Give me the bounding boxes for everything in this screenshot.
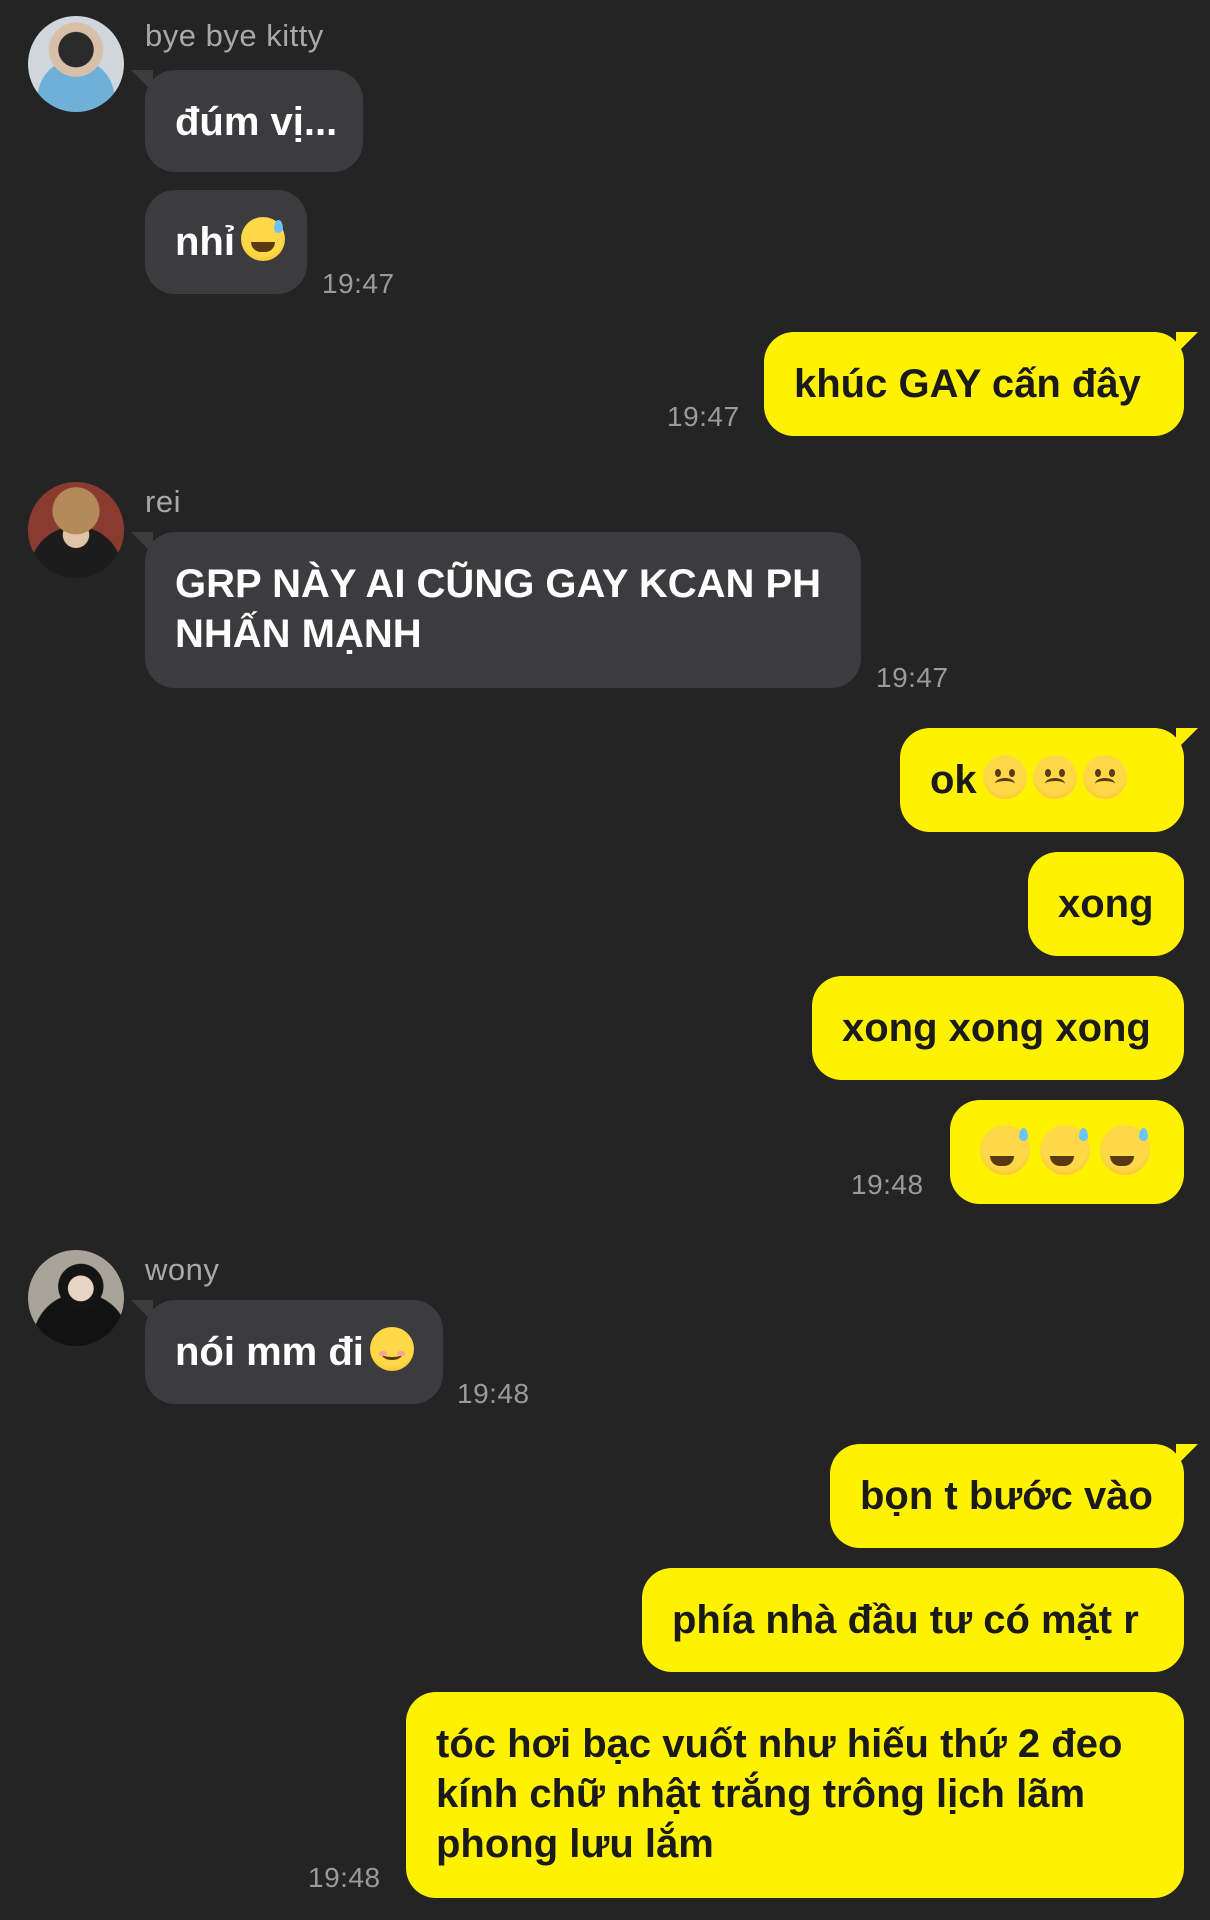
frowning-emoji-icon	[1082, 755, 1127, 799]
message-timestamp: 19:48	[851, 1169, 924, 1200]
message-text: phía nhà đầu tư có mặt r	[672, 1598, 1139, 1642]
frowning-emoji-icon	[982, 755, 1027, 799]
sender-name: bye bye kitty	[145, 18, 324, 53]
grinning-sweat-emoji-icon	[980, 1125, 1030, 1175]
message-bubble-incoming[interactable]: nói mm đi	[131, 1300, 443, 1404]
message-timestamp: 19:48	[457, 1378, 530, 1409]
message-timestamp: 19:48	[308, 1862, 381, 1893]
message-bubble-outgoing[interactable]: tóc hơi bạc vuốt như hiếu thứ 2 đeo kính…	[406, 1692, 1184, 1898]
message-bubble-incoming[interactable]: đúm vị...	[131, 70, 363, 172]
message-timestamp: 19:47	[322, 268, 395, 299]
message-text: xong	[1058, 882, 1154, 926]
message-timestamp: 19:47	[876, 662, 949, 693]
message-text: khúc GAY cấn đây	[794, 362, 1141, 406]
message-bubble-outgoing[interactable]: phía nhà đầu tư có mặt r	[642, 1568, 1184, 1672]
message-text: xong xong xong	[842, 1006, 1151, 1050]
message-text: đúm vị...	[175, 100, 338, 144]
avatar-rei[interactable]	[28, 482, 124, 578]
message-bubble-incoming[interactable]: GRP NÀY AI CŨNG GAY KCAN PH NHẤN MẠNH	[131, 532, 861, 688]
message-text: ok	[930, 758, 977, 802]
message-bubble-outgoing[interactable]: xong xong xong	[812, 976, 1184, 1080]
message-bubble-outgoing[interactable]: bọn t bước vào	[830, 1444, 1198, 1548]
message-text: bọn t bước vào	[860, 1474, 1153, 1518]
message-text: nói mm đi	[175, 1330, 364, 1374]
message-bubble-outgoing[interactable]: xong	[1028, 852, 1184, 956]
message-text: tóc hơi bạc vuốt như hiếu thứ 2 đeo kính…	[436, 1722, 1123, 1866]
message-bubble-outgoing[interactable]: khúc GAY cấn đây	[764, 332, 1198, 436]
grinning-sweat-emoji-icon	[1100, 1125, 1150, 1175]
grinning-sweat-emoji-icon	[1040, 1125, 1090, 1175]
grinning-sweat-emoji-icon	[240, 217, 285, 261]
message-timestamp: 19:47	[667, 401, 740, 432]
message-text: nhỉ	[175, 220, 235, 264]
message-bubble-outgoing[interactable]: ok	[900, 728, 1198, 832]
smiling-relaxed-emoji-icon	[369, 1327, 414, 1371]
avatar-wony[interactable]	[28, 1250, 124, 1346]
sender-name: wony	[145, 1252, 220, 1287]
message-text: GRP NÀY AI CŨNG GAY KCAN PH NHẤN MẠNH	[175, 562, 822, 656]
avatar-bye-bye-kitty[interactable]	[28, 16, 124, 112]
sender-name: rei	[145, 484, 181, 519]
message-bubble-outgoing[interactable]	[950, 1100, 1184, 1204]
frowning-emoji-icon	[1032, 755, 1077, 799]
message-bubble-incoming[interactable]: nhỉ	[145, 190, 307, 294]
